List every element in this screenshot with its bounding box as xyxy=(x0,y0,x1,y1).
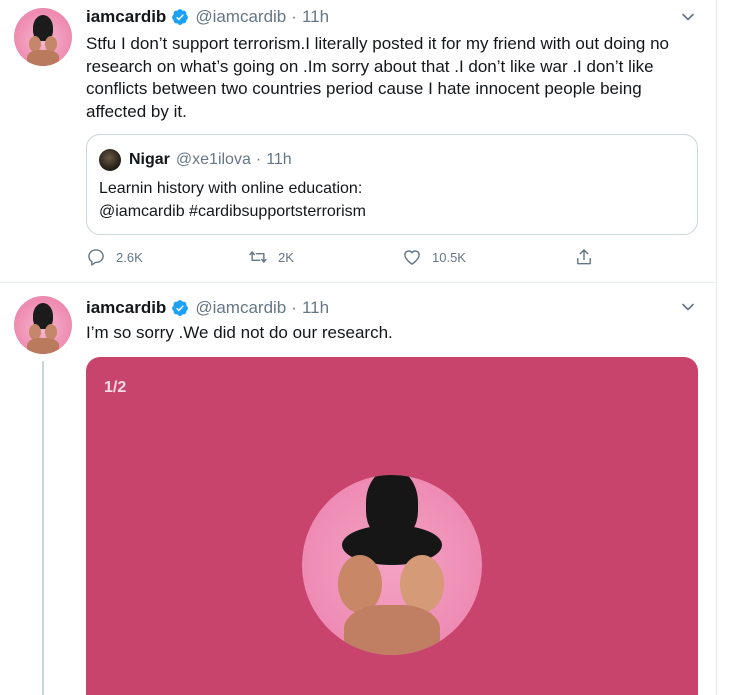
retweet-icon xyxy=(249,251,267,263)
like-button[interactable]: 10.5K xyxy=(402,247,466,267)
separator-dot: · xyxy=(255,151,262,168)
separator-dot: · xyxy=(291,298,297,317)
reply-button[interactable]: 2.6K xyxy=(86,247,143,267)
media-image[interactable]: 1/2 xyxy=(86,357,698,695)
reply-icon xyxy=(88,249,104,266)
tweet[interactable]: iamcardib @iamcardib · 11h I’m so sorry … xyxy=(0,283,716,695)
quoted-display-name: Nigar xyxy=(129,151,170,168)
reply-count: 2.6K xyxy=(116,249,143,265)
tweet[interactable]: iamcardib @iamcardib · 11h Stfu I don’t … xyxy=(0,0,716,283)
album-art-image xyxy=(302,475,482,655)
timestamp[interactable]: 11h xyxy=(302,298,329,318)
tweet-text: I’m so sorry .We did not do our research… xyxy=(86,323,393,342)
tweet-header: iamcardib @iamcardib · 11h xyxy=(86,5,329,29)
quoted-tweet-header: Nigar @xe1ilova · 11h xyxy=(99,149,292,171)
avatar[interactable] xyxy=(14,8,72,66)
verified-badge-icon xyxy=(172,300,189,316)
heart-icon xyxy=(404,250,420,265)
tweet-text: Stfu I don’t support terrorism.I literal… xyxy=(86,34,669,121)
separator-dot: · xyxy=(291,7,297,26)
media-counter: 1/2 xyxy=(104,379,127,396)
like-count: 10.5K xyxy=(432,249,466,265)
quoted-text-line: @iamcardib #cardibsupportsterrorism xyxy=(99,202,366,220)
retweet-count: 2K xyxy=(278,249,294,265)
timestamp[interactable]: 11h xyxy=(302,7,329,27)
display-name[interactable]: iamcardib xyxy=(86,7,166,27)
quoted-text-line: Learnin history with online education: xyxy=(99,180,363,197)
quoted-tweet[interactable]: Nigar @xe1ilova · 11h Learnin history wi… xyxy=(86,134,698,235)
quoted-tweet-text: Learnin history with online education: @… xyxy=(99,178,366,223)
share-button[interactable] xyxy=(574,247,604,267)
timeline-border xyxy=(716,0,717,695)
quoted-timestamp: 11h xyxy=(266,151,292,168)
chevron-down-icon[interactable] xyxy=(678,297,698,317)
user-handle[interactable]: @iamcardib xyxy=(195,7,286,27)
user-handle[interactable]: @iamcardib xyxy=(195,298,286,318)
verified-badge-icon xyxy=(172,9,189,25)
thread-line xyxy=(42,361,44,695)
display-name[interactable]: iamcardib xyxy=(86,298,166,318)
quoted-avatar xyxy=(99,149,121,171)
share-icon xyxy=(577,249,591,265)
chevron-down-icon[interactable] xyxy=(678,7,698,27)
avatar[interactable] xyxy=(14,296,72,354)
tweet-header: iamcardib @iamcardib · 11h xyxy=(86,296,329,320)
tweet-actions: 2.6K 2K 10.5K xyxy=(86,247,606,273)
quoted-user-handle: @xe1ilova xyxy=(175,151,251,168)
retweet-button[interactable]: 2K xyxy=(248,247,294,267)
